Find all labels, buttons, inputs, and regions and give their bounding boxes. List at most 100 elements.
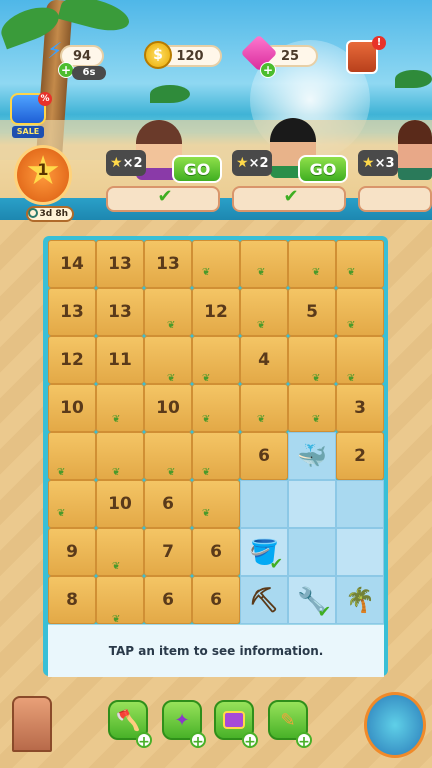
grass-tuft-icon: ❦ (57, 467, 66, 478)
board-cell-sand[interactable]: ❦ (144, 288, 192, 336)
cell-unlock-level: 6 (210, 590, 222, 610)
palm-item-icon: 🌴 (345, 586, 375, 614)
board-cell-sand[interactable]: ❦ (192, 432, 240, 480)
board-cell-sand[interactable]: 8 (48, 576, 96, 624)
board-cell-sand[interactable]: 6 (240, 432, 288, 480)
board-cell-sand[interactable]: 13 (96, 240, 144, 288)
shovel-item-icon: ⛏ (248, 586, 280, 614)
board-cell-sand[interactable]: 12 (48, 336, 96, 384)
add-tool-plus-icon[interactable]: + (242, 732, 258, 750)
wardrobe-icon[interactable] (12, 696, 52, 752)
info-panel: TAP an item to see information. (48, 624, 384, 677)
board-cell-sand[interactable]: 4 (240, 336, 288, 384)
grass-tuft-icon: ❦ (257, 267, 266, 278)
board-cell-sand[interactable]: 13 (144, 240, 192, 288)
board-cell-sand[interactable]: ❦ (96, 576, 144, 625)
board-cell-open[interactable]: 🪣 ✔ (240, 528, 288, 576)
board-cell-sand[interactable]: 10 (96, 480, 144, 528)
board-cell-sand[interactable]: ❦ (288, 336, 336, 384)
axe-icon: 🪓 (115, 708, 141, 732)
board-cell-sand[interactable]: ❦ (288, 240, 336, 288)
board-cell-sand[interactable]: ❦ (144, 336, 192, 384)
board-cell-sand[interactable]: 13 (48, 288, 96, 336)
cell-unlock-level: 12 (204, 302, 228, 322)
board-cell-sand[interactable]: ❦ (192, 336, 240, 384)
board-cell-sand[interactable]: 6 (192, 528, 240, 576)
board-cell-sand[interactable]: 14 (48, 240, 96, 288)
board-cell-sand[interactable]: ❦ (48, 432, 96, 480)
board-cell-sand[interactable]: ❦ (192, 480, 240, 528)
board-cell-open[interactable] (336, 528, 384, 576)
cell-unlock-level: 4 (258, 350, 270, 370)
board-cell-sand[interactable]: ❦ (96, 528, 144, 576)
board-cell-sand[interactable]: ❦ (96, 384, 144, 432)
cell-unlock-level: 6 (210, 542, 222, 562)
board-cell-sand[interactable]: ❦ (336, 336, 384, 384)
grass-tuft-icon: ❦ (202, 267, 211, 278)
task-card[interactable] (358, 186, 432, 212)
brush-icon: ✎ (280, 709, 296, 731)
board-cell-sand[interactable]: 10 (144, 384, 192, 432)
character-woman-dark-hair (398, 120, 432, 180)
board-cell-sand[interactable]: ❦ (240, 288, 288, 336)
grass-tuft-icon: ❦ (112, 467, 121, 478)
board-cell-open[interactable]: 🐳 (288, 432, 336, 480)
cell-unlock-level: 10 (60, 398, 84, 418)
board-cell-sand[interactable]: 13 (96, 288, 144, 336)
cell-unlock-level: 11 (108, 350, 132, 370)
sale-label: SALE (12, 126, 44, 138)
board-cell-sand[interactable]: 6 (192, 576, 240, 624)
board-cell-sand[interactable]: 10 (48, 384, 96, 432)
task-go-button[interactable]: GO (172, 155, 222, 183)
grass-tuft-icon: ❦ (347, 320, 356, 331)
grass-tuft-icon: ❦ (312, 414, 321, 425)
board-cell-sand[interactable]: ❦ (96, 432, 144, 480)
cell-unlock-level: 6 (258, 446, 270, 466)
add-tool-plus-icon[interactable]: + (190, 732, 206, 750)
grass-tuft-icon: ❦ (167, 320, 176, 331)
board-cell-sand[interactable]: 7 (144, 528, 192, 576)
board-cell-sand[interactable]: ❦ (240, 240, 288, 288)
cell-unlock-level: 6 (162, 494, 174, 514)
board-cell-sand[interactable]: ❦ (240, 384, 288, 432)
task-go-button[interactable]: GO (298, 155, 348, 183)
add-gems-plus-icon[interactable]: + (260, 62, 276, 78)
grass-tuft-icon: ❦ (257, 414, 266, 425)
board-cell-sand[interactable]: 6 (144, 576, 192, 624)
board-cell-sand[interactable]: 9 (48, 528, 96, 576)
board-cell-sand[interactable]: ❦ (336, 288, 384, 336)
cell-unlock-level: 3 (354, 398, 366, 418)
board-cell-sand[interactable]: ❦ (144, 432, 192, 480)
board-cell-sand[interactable]: ❦ (192, 384, 240, 432)
board-cell-sand[interactable]: ❦ (336, 240, 384, 288)
grass-tuft-icon: ❦ (202, 508, 211, 519)
board-cell-sand[interactable]: 5 (288, 288, 336, 336)
board-cell-open[interactable] (240, 480, 288, 528)
board-cell-sand[interactable]: 3 (336, 384, 384, 432)
grass-tuft-icon: ❦ (167, 373, 176, 384)
add-tool-plus-icon[interactable]: + (296, 732, 312, 750)
board-cell-sand[interactable]: 11 (96, 336, 144, 384)
cell-unlock-level: 13 (156, 254, 180, 274)
board-cell-open[interactable]: 🔧 ✔ (288, 576, 336, 624)
task-stars-value: 3 (385, 155, 395, 171)
board-cell-sand[interactable]: 12 (192, 288, 240, 336)
board-cell-open[interactable] (336, 480, 384, 528)
board-cell-sand[interactable]: ❦ (288, 384, 336, 432)
board-cell-sand[interactable]: ❦ (48, 480, 96, 528)
board-cell-sand[interactable]: 6 (144, 480, 192, 528)
energy-timer: 6s (72, 66, 106, 80)
outfit-character-button[interactable] (364, 692, 426, 758)
cell-unlock-level: 10 (156, 398, 180, 418)
add-tool-plus-icon[interactable]: + (136, 732, 152, 750)
sale-discount-badge: % (38, 92, 52, 106)
board-cell-sand[interactable]: ❦ (192, 240, 240, 288)
board-cell-sand[interactable]: 2 (336, 432, 384, 480)
chest-icon (223, 711, 245, 729)
grass-tuft-icon: ❦ (312, 267, 321, 278)
task-stars-value: 2 (259, 155, 269, 171)
board-cell-open[interactable] (288, 528, 336, 576)
board-cell-open[interactable]: ⛏ (240, 576, 288, 624)
board-cell-open[interactable]: 🌴 (336, 576, 384, 624)
board-cell-open[interactable] (288, 480, 336, 528)
